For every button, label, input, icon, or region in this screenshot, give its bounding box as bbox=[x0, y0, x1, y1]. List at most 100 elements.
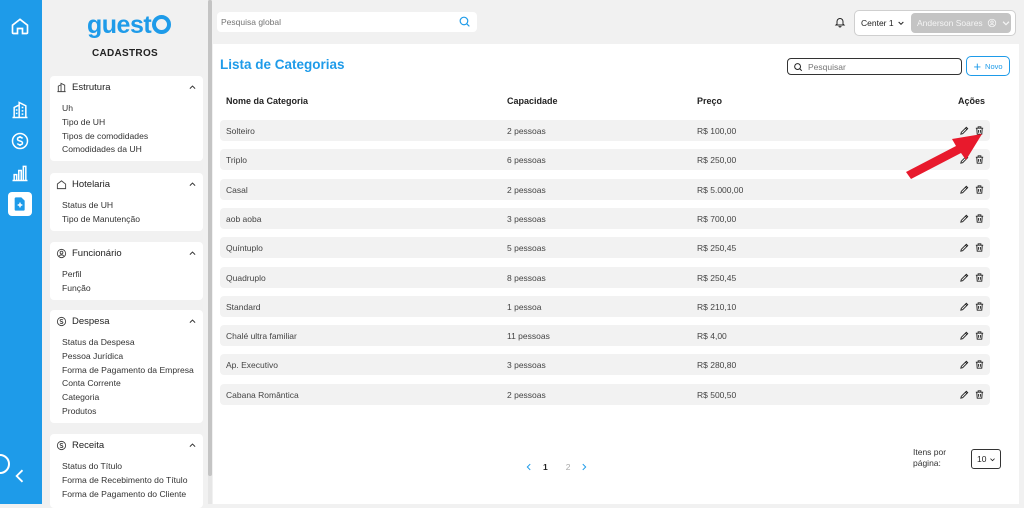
search-icon[interactable] bbox=[458, 15, 471, 28]
cell-capacity: 3 pessoas bbox=[507, 213, 546, 224]
file-add-icon[interactable] bbox=[8, 192, 32, 216]
table-row[interactable]: Ap. Executivo 3 pessoas R$ 280,80 bbox=[220, 354, 990, 376]
cell-name: aob aoba bbox=[226, 213, 262, 224]
edit-pencil-icon[interactable] bbox=[959, 154, 970, 165]
sidebar-group-header[interactable]: Despesa bbox=[50, 310, 203, 332]
table-row[interactable]: Quadruplo 8 pessoas R$ 250,45 bbox=[220, 266, 990, 288]
sidebar-item[interactable]: Comodidades da UH bbox=[62, 143, 203, 157]
table-row[interactable]: Chalé ultra familiar 11 pessoas R$ 4,00 bbox=[220, 325, 990, 347]
icon-rail bbox=[0, 0, 42, 504]
sidebar-title: CADASTROS bbox=[91, 48, 159, 59]
user-menu[interactable]: Anderson Soares bbox=[911, 13, 1011, 33]
delete-trash-icon[interactable] bbox=[974, 242, 985, 253]
cell-price: R$ 280,80 bbox=[697, 360, 737, 371]
table-row[interactable]: Triplo 6 pessoas R$ 250,00 bbox=[220, 149, 990, 171]
delete-trash-icon[interactable] bbox=[974, 154, 985, 165]
sidebar-group-header[interactable]: Hotelaria bbox=[50, 173, 203, 195]
home-icon[interactable] bbox=[8, 14, 32, 38]
edit-pencil-icon[interactable] bbox=[959, 272, 970, 283]
per-page-label: Itens por página: bbox=[913, 447, 947, 468]
sidebar-item[interactable]: Status de UH bbox=[62, 199, 203, 213]
sidebar-item[interactable]: Conta Corrente bbox=[62, 377, 203, 391]
center-selector[interactable]: Center 1 bbox=[855, 18, 909, 28]
chart-icon[interactable] bbox=[8, 161, 32, 185]
sidebar-item[interactable]: Perfil bbox=[62, 268, 203, 282]
cell-price: R$ 250,45 bbox=[697, 243, 737, 254]
sidebar-item[interactable]: Tipo de UH bbox=[62, 116, 203, 130]
delete-trash-icon[interactable] bbox=[974, 301, 985, 312]
sidebar-item[interactable]: Produtos bbox=[62, 405, 203, 419]
edit-pencil-icon[interactable] bbox=[959, 301, 970, 312]
sidebar-scrollbar-thumb[interactable] bbox=[208, 0, 212, 476]
collapse-chevron-icon[interactable] bbox=[8, 464, 32, 488]
edit-pencil-icon[interactable] bbox=[959, 359, 970, 370]
page-button[interactable]: 2 bbox=[566, 462, 571, 472]
building-icon bbox=[57, 82, 66, 92]
sidebar-item[interactable]: Tipos de comodidades bbox=[62, 130, 203, 144]
sidebar-item[interactable]: Função bbox=[62, 282, 203, 296]
sidebar-item[interactable]: Pessoa Jurídica bbox=[62, 350, 203, 364]
edit-pencil-icon[interactable] bbox=[959, 125, 970, 136]
plus-icon: + bbox=[973, 58, 982, 74]
table-row[interactable]: Solteiro 2 pessoas R$ 100,00 bbox=[220, 120, 990, 141]
sidebar-group-header[interactable]: Receita bbox=[50, 434, 203, 456]
account-box: Center 1 Anderson Soares bbox=[854, 10, 1016, 36]
table-header: Nome da Categoria Capacidade Preço Ações bbox=[220, 96, 990, 110]
chevron-up-icon[interactable] bbox=[188, 441, 197, 450]
bell-icon[interactable] bbox=[834, 16, 846, 28]
delete-trash-icon[interactable] bbox=[974, 125, 985, 136]
sidebar-item[interactable]: Forma de Recebimento do Título bbox=[62, 474, 203, 488]
page-title: Lista de Categorias bbox=[220, 57, 345, 72]
chevron-up-icon[interactable] bbox=[188, 317, 197, 326]
cell-capacity: 2 pessoas bbox=[507, 126, 546, 136]
delete-trash-icon[interactable] bbox=[974, 389, 985, 400]
chevron-down-icon bbox=[1002, 21, 1010, 26]
cell-name: Triplo bbox=[226, 155, 247, 166]
global-search-input[interactable] bbox=[221, 17, 451, 27]
table-row[interactable]: Cabana Romântica 2 pessoas R$ 500,50 bbox=[220, 383, 990, 405]
page-button[interactable]: 1 bbox=[543, 462, 548, 472]
new-button[interactable]: + Novo bbox=[966, 56, 1010, 76]
chevron-left-icon[interactable] bbox=[524, 462, 534, 472]
cell-name: Casal bbox=[226, 184, 248, 195]
user-avatar-icon bbox=[987, 18, 996, 28]
sidebar-item[interactable]: Tipo de Manutenção bbox=[62, 213, 203, 227]
chevron-up-icon[interactable] bbox=[188, 83, 197, 92]
edit-pencil-icon[interactable] bbox=[959, 330, 970, 341]
table-row[interactable]: aob aoba 3 pessoas R$ 700,00 bbox=[220, 207, 990, 229]
sidebar-group-header[interactable]: Funcionário bbox=[50, 242, 203, 264]
delete-trash-icon[interactable] bbox=[974, 330, 985, 341]
chevron-up-icon[interactable] bbox=[188, 180, 197, 189]
chevron-down-icon bbox=[990, 457, 996, 461]
delete-trash-icon[interactable] bbox=[974, 272, 985, 283]
sidebar-item[interactable]: Forma de Pagamento da Empresa bbox=[62, 364, 203, 378]
table-row[interactable]: Casal 2 pessoas R$ 5.000,00 bbox=[220, 178, 990, 200]
edit-pencil-icon[interactable] bbox=[959, 389, 970, 400]
sidebar-item[interactable]: Categoria bbox=[62, 391, 203, 405]
chevron-up-icon[interactable] bbox=[188, 249, 197, 258]
edit-pencil-icon[interactable] bbox=[959, 242, 970, 253]
edit-pencil-icon[interactable] bbox=[959, 213, 970, 224]
list-search-input[interactable] bbox=[808, 61, 958, 72]
dollar-icon bbox=[56, 316, 67, 326]
table-row[interactable]: Standard 1 pessoa R$ 210,10 bbox=[220, 295, 990, 317]
sidebar-item[interactable]: Forma de Pagamento do Cliente bbox=[62, 488, 203, 502]
delete-trash-icon[interactable] bbox=[974, 213, 985, 224]
cell-price: R$ 250,00 bbox=[697, 155, 737, 166]
building-icon[interactable] bbox=[8, 98, 32, 122]
sidebar-item[interactable]: Status da Despesa bbox=[62, 336, 203, 350]
chevron-right-icon[interactable] bbox=[579, 462, 589, 472]
cell-price: R$ 700,00 bbox=[697, 213, 737, 224]
sidebar-group-header[interactable]: Estrutura bbox=[50, 76, 203, 98]
cell-capacity: 6 pessoas bbox=[507, 155, 546, 166]
sidebar-item[interactable]: Uh bbox=[62, 102, 203, 116]
delete-trash-icon[interactable] bbox=[974, 359, 985, 370]
per-page-select[interactable]: 10 bbox=[971, 449, 1001, 469]
chevron-down-icon bbox=[897, 21, 904, 26]
dollar-icon[interactable] bbox=[8, 129, 32, 153]
delete-trash-icon[interactable] bbox=[974, 184, 985, 195]
edit-pencil-icon[interactable] bbox=[959, 184, 970, 195]
sidebar-item[interactable]: Status do Título bbox=[62, 460, 203, 474]
sidebar-group-despesa: Despesa Status da Despesa Pessoa Jurídic… bbox=[50, 310, 203, 423]
table-row[interactable]: Quíntuplo 5 pessoas R$ 250,45 bbox=[220, 237, 990, 259]
